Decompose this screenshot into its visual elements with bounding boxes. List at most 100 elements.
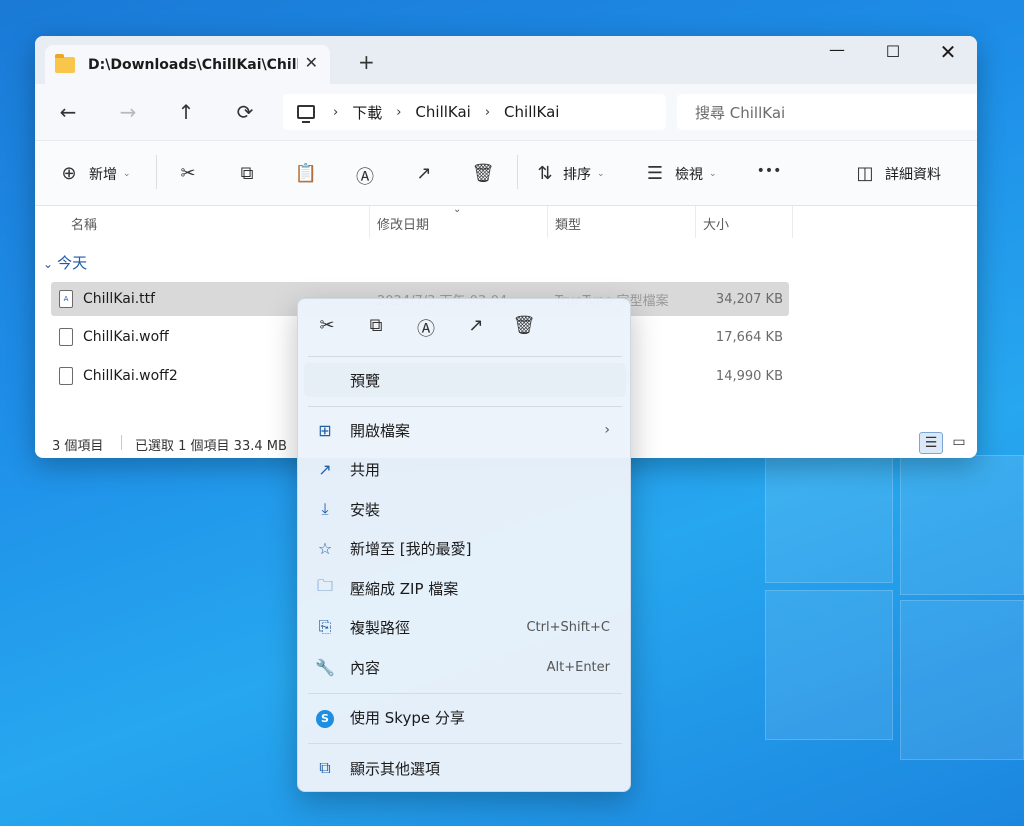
plus-circle-icon: ⊕	[61, 163, 77, 184]
column-divider[interactable]	[792, 206, 793, 238]
menu-item-label: 顯示其他選項	[350, 759, 441, 778]
trash-icon[interactable]: 🗑	[510, 315, 538, 336]
details-view-icon[interactable]: ☰	[919, 432, 943, 454]
sort-button[interactable]: ⇅ 排序 ⌄	[533, 163, 604, 184]
file-size: 14,990 KB	[715, 368, 783, 384]
menu-item-add-favorites[interactable]: ☆ 新增至 [我的最愛]	[304, 531, 626, 565]
view-lines-icon: ☰	[646, 163, 664, 184]
more-dots-icon: •••	[756, 163, 782, 179]
expand-icon: ⧉	[319, 758, 331, 777]
rename-button[interactable]: Ⓐ	[353, 163, 377, 189]
menu-item-label: 新增至 [我的最愛]	[350, 539, 472, 558]
breadcrumb-item-downloads[interactable]: 下載	[352, 102, 382, 123]
view-button[interactable]: ☰ 檢視 ⌄	[643, 163, 717, 184]
address-bar: ← → ↑ ⟳ › 下載 › ChillKai › ChillKai 搜尋 Ch…	[35, 84, 977, 140]
menu-item-label: 共用	[350, 460, 381, 479]
menu-item-share[interactable]: ↗ 共用	[304, 452, 626, 486]
chevron-right-icon: ›	[604, 422, 610, 438]
command-bar: ⊕ 新增 ⌄ ✂ ⧉ 📋 Ⓐ ↗ 🗑 ⇅ 排序 ⌄ ☰ 檢視 ⌄ ••• ◫ 詳…	[35, 140, 977, 206]
column-header: 名稱 修改日期 ⌄ 類型 大小	[35, 204, 977, 240]
menu-divider	[308, 356, 622, 357]
menu-item-preview[interactable]: 預覽	[304, 363, 626, 397]
rename-icon[interactable]: Ⓐ	[412, 315, 440, 341]
tiles-view-icon[interactable]: ▭	[947, 432, 971, 454]
minimize-button[interactable]: —	[817, 40, 857, 59]
zip-folder-icon: 🗀	[316, 575, 333, 595]
cut-icon[interactable]: ✂	[313, 315, 341, 336]
menu-item-more-options[interactable]: ⧉ 顯示其他選項	[304, 751, 626, 785]
chevron-down-icon: ⌄	[709, 168, 717, 179]
menu-item-skype-share[interactable]: S 使用 Skype 分享	[304, 700, 626, 734]
delete-button[interactable]: 🗑	[471, 163, 495, 184]
new-tab-button[interactable]: +	[358, 50, 375, 74]
menu-divider	[308, 406, 622, 407]
more-options-button[interactable]: •••	[755, 163, 783, 179]
this-pc-icon[interactable]	[297, 105, 315, 123]
close-tab-icon[interactable]: ✕	[305, 53, 318, 72]
toolbar-divider	[517, 155, 518, 189]
menu-item-label: 壓縮成 ZIP 檔案	[350, 579, 459, 598]
item-count: 3 個項目	[52, 439, 104, 454]
details-pane-button[interactable]: ◫ 詳細資料	[853, 163, 941, 184]
cut-button[interactable]: ✂	[176, 163, 200, 184]
rename-icon: Ⓐ	[356, 167, 374, 188]
breadcrumb-chevron-icon[interactable]: ›	[396, 105, 401, 120]
details-pane-icon: ◫	[856, 163, 874, 184]
search-input[interactable]: 搜尋 ChillKai	[677, 94, 977, 130]
copy-path-icon: ⎘	[318, 617, 332, 636]
trash-icon: 🗑	[471, 163, 495, 184]
breadcrumb-item-chillkai-current[interactable]: ChillKai	[504, 103, 559, 121]
details-label: 詳細資料	[885, 166, 941, 183]
breadcrumb-chevron-icon[interactable]: ›	[485, 105, 490, 120]
new-button[interactable]: ⊕ 新增 ⌄	[57, 163, 131, 184]
breadcrumb-item-chillkai[interactable]: ChillKai	[415, 103, 470, 121]
copy-button[interactable]: ⧉	[235, 163, 259, 184]
menu-divider	[308, 693, 622, 694]
title-bar: D:\Downloads\ChillKai\ChillKai ✕ + — ☐ ✕	[35, 36, 977, 84]
sort-icon: ⇅	[537, 163, 553, 184]
share-icon: ↗	[416, 163, 432, 184]
menu-item-copy-path[interactable]: ⎘ 複製路徑 Ctrl+Shift+C	[304, 610, 626, 644]
breadcrumb-chevron-icon[interactable]: ›	[333, 105, 338, 120]
context-quick-actions: ✂ ⧉ Ⓐ ↗ 🗑	[298, 315, 630, 341]
maximize-button[interactable]: ☐	[873, 42, 913, 61]
up-arrow-icon[interactable]: ↑	[171, 100, 201, 124]
wallpaper-pane	[765, 455, 893, 583]
column-size[interactable]: 大小	[703, 214, 729, 233]
explorer-tab[interactable]: D:\Downloads\ChillKai\ChillKai ✕	[45, 45, 330, 84]
menu-divider	[308, 743, 622, 744]
file-size: 34,207 KB	[715, 291, 783, 307]
copy-icon[interactable]: ⧉	[362, 315, 390, 336]
paste-button[interactable]: 📋	[294, 163, 318, 184]
column-divider[interactable]	[547, 206, 548, 238]
menu-item-label: 複製路徑	[350, 618, 411, 637]
share-icon: ↗	[318, 459, 332, 479]
column-date[interactable]: 修改日期	[377, 214, 429, 233]
column-type[interactable]: 類型	[555, 214, 581, 233]
file-icon	[59, 367, 73, 385]
paste-icon: 📋	[294, 163, 318, 184]
menu-item-label: 預覽	[350, 371, 381, 390]
share-button[interactable]: ↗	[412, 163, 436, 184]
group-header-today[interactable]: ⌄ 今天	[43, 252, 87, 273]
forward-arrow-icon[interactable]: →	[113, 100, 143, 124]
column-divider[interactable]	[695, 206, 696, 238]
file-name: ChillKai.woff2	[83, 368, 178, 384]
menu-item-label: 開啟檔案	[350, 421, 411, 440]
menu-item-open-with[interactable]: ⊞ 開啟檔案 ›	[304, 413, 626, 447]
close-window-button[interactable]: ✕	[928, 40, 968, 64]
tab-title: D:\Downloads\ChillKai\ChillKai	[88, 56, 298, 73]
column-name[interactable]: 名稱	[71, 214, 97, 233]
star-icon: ☆	[317, 538, 333, 558]
back-arrow-icon[interactable]: ←	[53, 100, 83, 124]
menu-item-properties[interactable]: 🔧 內容 Alt+Enter	[304, 650, 626, 684]
menu-item-install[interactable]: ⤓ 安裝	[304, 492, 626, 526]
sort-label: 排序	[563, 166, 591, 183]
column-divider[interactable]	[369, 206, 370, 238]
status-divider	[121, 435, 122, 450]
refresh-icon[interactable]: ⟳	[230, 100, 260, 124]
breadcrumb[interactable]: › 下載 › ChillKai › ChillKai	[283, 94, 666, 130]
share-icon[interactable]: ↗	[462, 315, 490, 336]
chevron-down-icon: ⌄	[123, 168, 131, 179]
menu-item-compress-zip[interactable]: 🗀 壓縮成 ZIP 檔案	[304, 571, 626, 605]
